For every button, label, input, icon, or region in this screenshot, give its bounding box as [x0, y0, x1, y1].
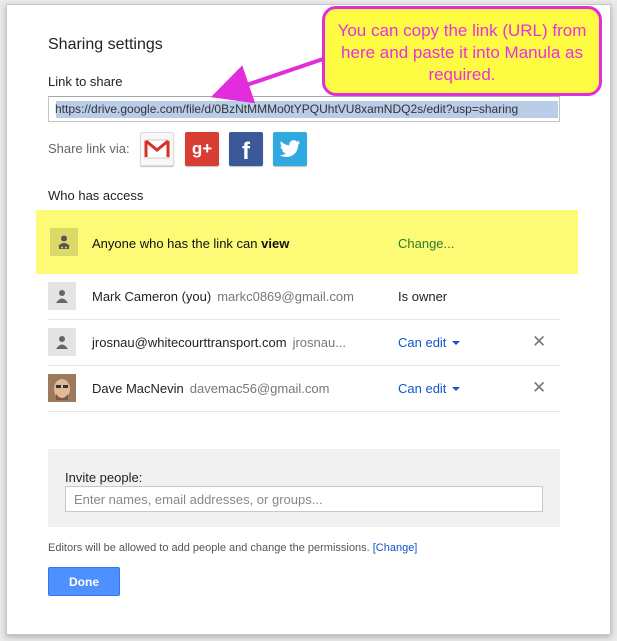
- google-plus-icon[interactable]: g+: [185, 132, 219, 166]
- permission-label: Is owner: [398, 289, 448, 304]
- callout-annotation: You can copy the link (URL) from here an…: [322, 6, 602, 96]
- twitter-icon[interactable]: [273, 132, 307, 166]
- link-to-share-label: Link to share: [48, 74, 123, 89]
- person-icon: [48, 282, 76, 310]
- avatar: [48, 374, 76, 402]
- person-display-name: Dave MacNevin: [92, 381, 184, 396]
- chevron-down-icon: [452, 387, 461, 391]
- gmail-icon[interactable]: [140, 132, 174, 166]
- who-has-access-label: Who has access: [48, 188, 144, 203]
- anyone-with-link-prefix: Anyone who has the link can: [92, 236, 258, 251]
- link-to-share-input[interactable]: [48, 96, 560, 122]
- person-icon: [48, 328, 76, 356]
- person-email: markc0869@gmail.com: [217, 289, 354, 304]
- facebook-icon[interactable]: f: [229, 132, 263, 166]
- person-email: jrosnau...: [292, 335, 347, 350]
- link-access-icon: [50, 228, 78, 256]
- anyone-with-link-text: Anyone who has the link can view: [92, 236, 289, 251]
- person-name: Dave MacNevin davemac56@gmail.com: [92, 381, 329, 396]
- chevron-down-icon: [452, 341, 461, 345]
- permission-dropdown[interactable]: Can edit: [398, 381, 461, 396]
- google-plus-glyph: g+: [191, 139, 213, 158]
- person-email: davemac56@gmail.com: [189, 381, 330, 396]
- share-link-via-label: Share link via:: [48, 141, 130, 156]
- remove-person-button[interactable]: ✕: [532, 332, 546, 352]
- person-name: jrosnau@whitecourttransport.com jrosnau..…: [92, 335, 346, 350]
- twitter-bird-glyph: [279, 140, 300, 157]
- change-link-access-link[interactable]: Change...: [398, 236, 454, 251]
- invite-people-input[interactable]: [65, 486, 543, 512]
- done-button[interactable]: Done: [48, 567, 120, 596]
- facebook-glyph: f: [242, 138, 250, 165]
- access-row-owner: Mark Cameron (you) markc0869@gmail.com Is…: [48, 274, 560, 320]
- editors-change-link[interactable]: [Change]: [373, 542, 418, 554]
- anyone-with-link-level: view: [261, 236, 290, 251]
- access-row-dave: Dave MacNevin davemac56@gmail.com Can edi…: [48, 366, 560, 412]
- permission-dropdown-label: Can edit: [398, 335, 447, 350]
- dialog-title: Sharing settings: [48, 36, 163, 53]
- permission-dropdown-label: Can edit: [398, 381, 447, 396]
- person-display-name: jrosnau@whitecourttransport.com: [92, 335, 287, 350]
- person-display-name: Mark Cameron (you): [92, 289, 212, 304]
- editors-note: Editors will be allowed to add people an…: [48, 542, 417, 554]
- access-row-jrosnau: jrosnau@whitecourttransport.com jrosnau..…: [48, 320, 560, 366]
- person-name: Mark Cameron (you) markc0869@gmail.com: [92, 289, 354, 304]
- editors-note-text: Editors will be allowed to add people an…: [48, 542, 370, 554]
- remove-person-button[interactable]: ✕: [532, 378, 546, 398]
- invite-people-label: Invite people:: [65, 470, 143, 485]
- permission-dropdown[interactable]: Can edit: [398, 335, 461, 350]
